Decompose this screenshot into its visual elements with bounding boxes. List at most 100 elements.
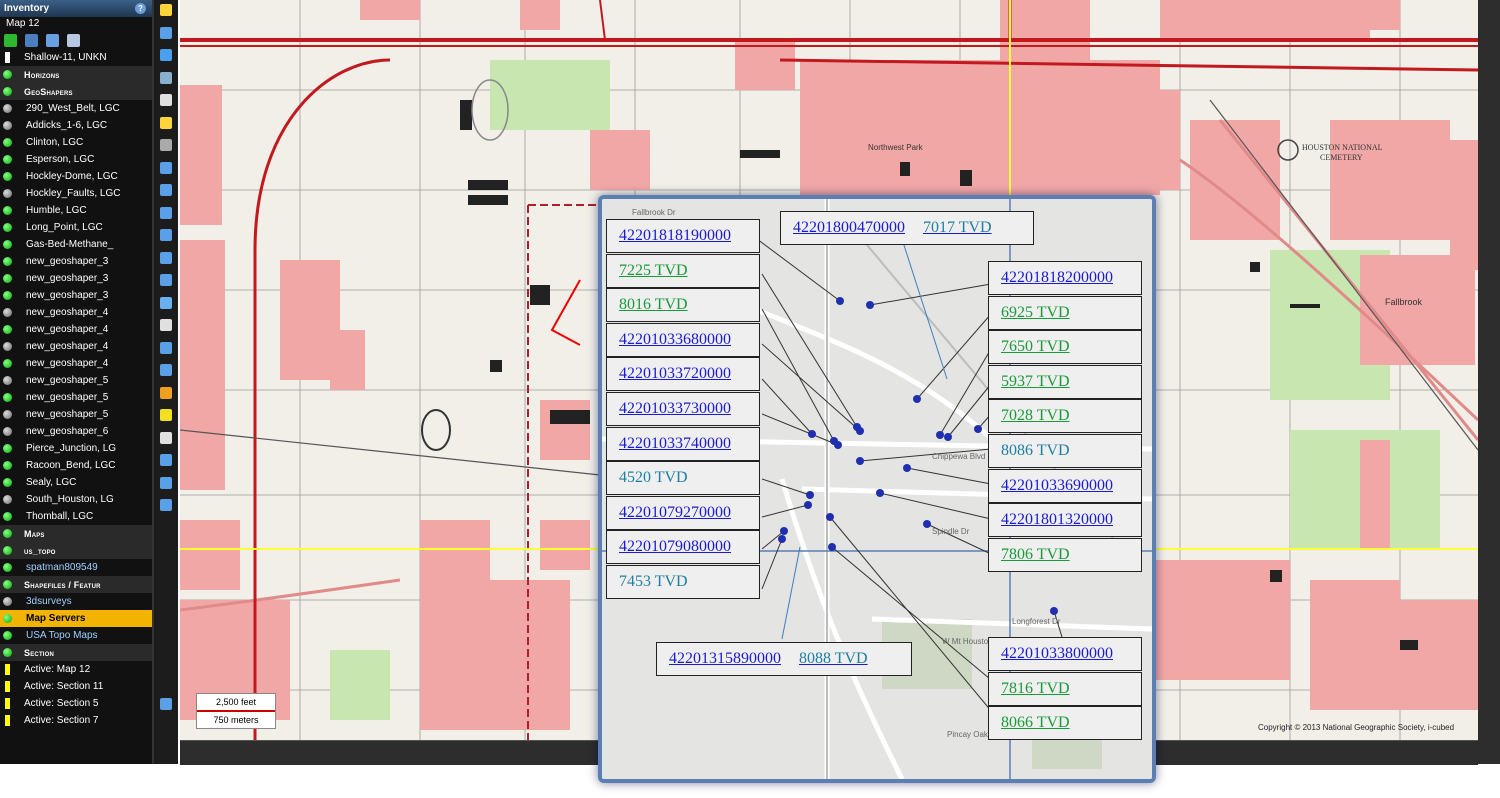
map-tool-icon[interactable] [160, 184, 172, 196]
map-tool-icon[interactable] [160, 454, 172, 466]
well-dot[interactable] [806, 491, 814, 499]
layer-row[interactable]: new_geoshaper_4 [0, 321, 152, 338]
layer-row[interactable]: Active: Map 12 [0, 661, 152, 678]
visibility-icon[interactable] [3, 631, 12, 640]
map-tool-icon[interactable] [160, 4, 172, 16]
map-tool-icon[interactable] [160, 206, 172, 219]
map-tool-icon[interactable] [160, 251, 172, 264]
layer-row[interactable]: Clinton, LGC [0, 134, 152, 151]
well-dot[interactable] [1050, 607, 1058, 615]
visibility-icon[interactable] [3, 580, 12, 589]
visibility-icon[interactable] [3, 189, 12, 198]
well-dot[interactable] [778, 535, 786, 543]
map-name[interactable]: Map 12 [0, 17, 152, 31]
layer-row[interactable]: USA Topo Maps [0, 627, 152, 644]
well-dot[interactable] [828, 543, 836, 551]
layer-row[interactable]: 290_West_Belt, LGC [0, 100, 152, 117]
layer-row[interactable]: new_geoshaper_3 [0, 270, 152, 287]
visibility-icon[interactable] [3, 427, 12, 436]
visibility-icon[interactable] [3, 342, 12, 351]
visibility-icon[interactable] [5, 698, 10, 709]
visibility-icon[interactable] [3, 104, 12, 113]
layer-row[interactable]: Horizons [0, 66, 152, 83]
visibility-icon[interactable] [3, 206, 12, 215]
layer-row[interactable]: Hockley-Dome, LGC [0, 168, 152, 185]
layer-row[interactable]: new_geoshaper_5 [0, 389, 152, 406]
well-dot[interactable] [923, 520, 931, 528]
layer-row[interactable]: Active: Section 7 [0, 712, 152, 729]
visibility-icon[interactable] [5, 52, 10, 63]
visibility-icon[interactable] [3, 121, 12, 130]
well-api-label[interactable]: 42201079080000 [606, 530, 760, 565]
top-well-api[interactable]: 42201800470000 [793, 219, 905, 237]
visibility-icon[interactable] [3, 563, 12, 572]
visibility-icon[interactable] [3, 597, 12, 606]
layer-row[interactable]: Thomball, LGC [0, 508, 152, 525]
visibility-icon[interactable] [3, 274, 12, 283]
visibility-icon[interactable] [3, 648, 12, 657]
well-api-label[interactable]: 42201033720000 [606, 357, 760, 392]
zoom-out-icon[interactable] [160, 698, 172, 710]
visibility-icon[interactable] [3, 359, 12, 368]
copy-icon[interactable] [67, 33, 80, 47]
map-tool-icon[interactable] [160, 476, 172, 489]
layer-row[interactable]: new_geoshaper_4 [0, 355, 152, 372]
layer-row[interactable]: spatman809549 [0, 559, 152, 576]
help-icon[interactable]: ? [135, 3, 146, 14]
well-api-label[interactable]: 42201033730000 [606, 392, 760, 426]
well-dot[interactable] [936, 431, 944, 439]
layer-row[interactable]: new_geoshaper_3 [0, 253, 152, 270]
visibility-icon[interactable] [3, 155, 12, 164]
visibility-icon[interactable] [3, 393, 12, 402]
visibility-icon[interactable] [3, 223, 12, 232]
well-dot[interactable] [903, 464, 911, 472]
well-api-label[interactable]: 42201033680000 [606, 322, 760, 357]
layer-row[interactable]: Sealy, LGC [0, 474, 152, 491]
layer-row[interactable]: Map Servers [0, 610, 152, 627]
map-tool-icon[interactable] [160, 341, 172, 354]
map-tool-icon[interactable] [160, 386, 172, 399]
well-api-label[interactable]: 42201818190000 [606, 219, 760, 253]
map-tool-icon[interactable] [160, 319, 172, 331]
map-tool-icon[interactable] [160, 499, 172, 511]
visibility-icon[interactable] [5, 715, 10, 726]
visibility-icon[interactable] [3, 376, 12, 385]
map-tool-icon[interactable] [160, 161, 172, 174]
map-tool-icon[interactable] [160, 229, 172, 241]
visibility-icon[interactable] [3, 512, 12, 521]
bottom-well-api[interactable]: 42201315890000 [669, 650, 781, 668]
well-api-label[interactable]: 42201079270000 [606, 495, 760, 530]
visibility-icon[interactable] [3, 546, 12, 555]
well-dot[interactable] [826, 513, 834, 521]
well-dot[interactable] [836, 297, 844, 305]
layer-row[interactable]: Humble, LGC [0, 202, 152, 219]
properties-icon[interactable] [25, 33, 38, 47]
map-tool-icon[interactable] [160, 71, 172, 84]
visibility-icon[interactable] [3, 138, 12, 147]
layer-row[interactable]: Esperson, LGC [0, 151, 152, 168]
map-tool-icon[interactable] [160, 139, 172, 151]
layer-row[interactable]: Gas-Bed-Methane_ [0, 236, 152, 253]
visibility-icon[interactable] [3, 478, 12, 487]
visibility-icon[interactable] [3, 172, 12, 181]
map-tool-icon[interactable] [160, 409, 172, 421]
well-dot[interactable] [780, 527, 788, 535]
layer-row[interactable]: new_geoshaper_5 [0, 372, 152, 389]
well-dot[interactable] [974, 425, 982, 433]
layer-row[interactable]: Active: Section 11 [0, 678, 152, 695]
layer-row[interactable]: new_geoshaper_4 [0, 304, 152, 321]
well-dot[interactable] [856, 427, 864, 435]
layer-row[interactable]: South_Houston, LG [0, 491, 152, 508]
map-tool-icon[interactable] [160, 296, 172, 309]
well-dot[interactable] [804, 501, 812, 509]
map-tool-icon[interactable] [160, 26, 172, 39]
well-dot[interactable] [834, 441, 842, 449]
well-api-label[interactable]: 42201033690000 [988, 468, 1142, 503]
layer-row[interactable]: 3dsurveys [0, 593, 152, 610]
well-api-label[interactable]: 42201033800000 [988, 637, 1142, 671]
add-layer-icon[interactable] [4, 33, 17, 47]
visibility-icon[interactable] [3, 87, 12, 96]
layers-icon[interactable] [46, 33, 59, 47]
visibility-icon[interactable] [3, 257, 12, 266]
layer-row[interactable]: Hockley_Faults, LGC [0, 185, 152, 202]
